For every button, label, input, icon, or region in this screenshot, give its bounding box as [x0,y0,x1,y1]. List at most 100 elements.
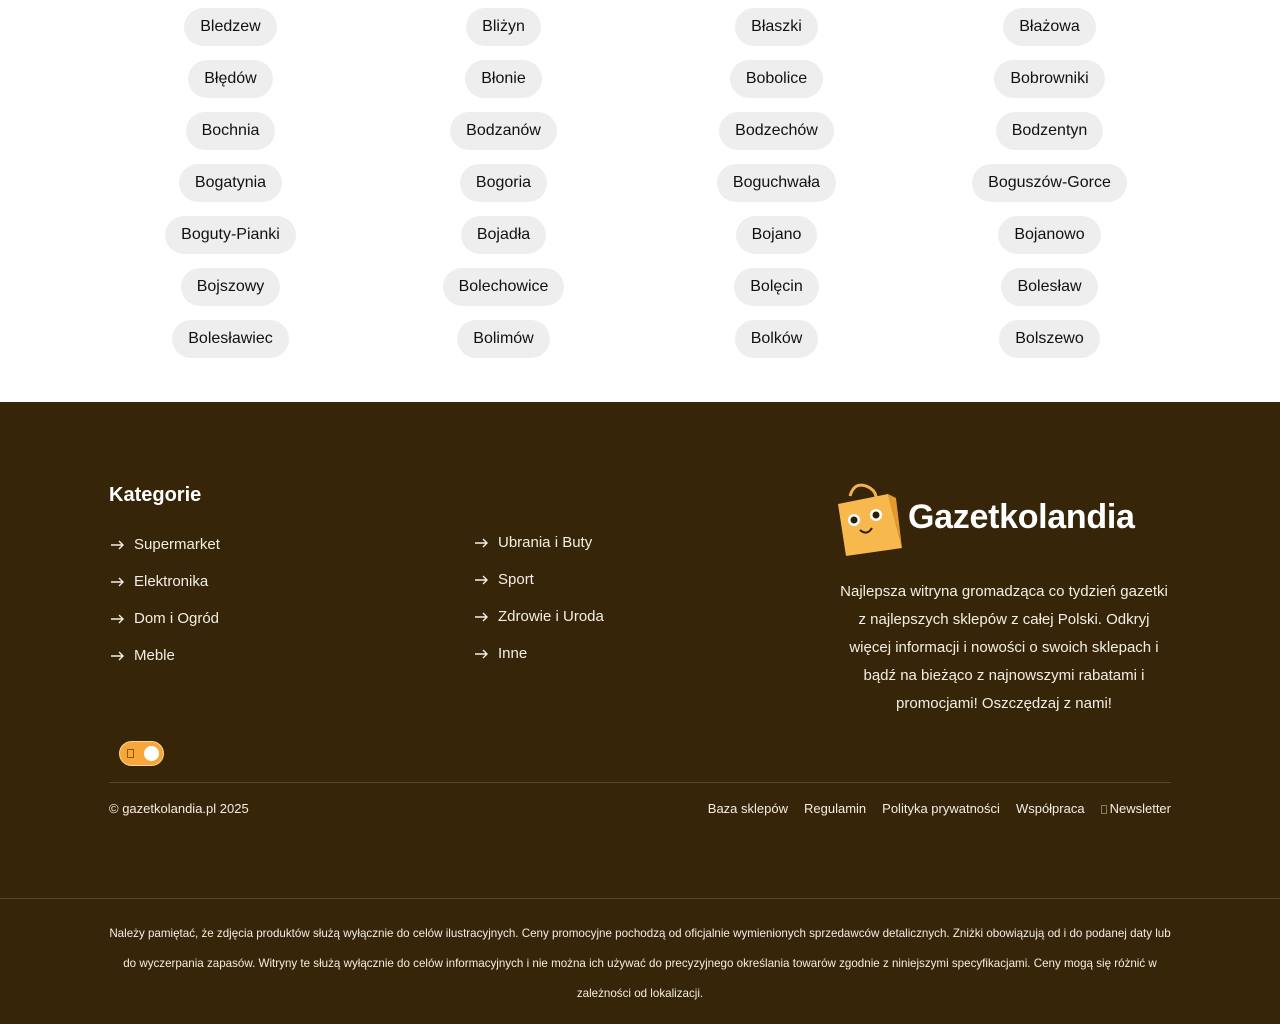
city-link[interactable]: Bledzew [184,8,277,46]
city-cell: Bogatynia [94,164,367,216]
city-cell: Boguszów-Gorce [913,164,1186,216]
city-link[interactable]: Bodzentyn [995,112,1104,150]
city-link[interactable]: Boguszów-Gorce [972,164,1127,202]
arrow-right-icon [111,614,124,623]
category-label: Ubrania i Buty [498,534,593,551]
city-link[interactable]: Bolesław [1001,268,1098,306]
arrow-right-icon [111,651,124,660]
brand-logo[interactable]: Gazetkolandia [836,482,1136,558]
city-link[interactable]: Bliżyn [466,8,541,46]
city-link[interactable]: Bolechowice [442,268,565,306]
city-link[interactable]: Błaszki [735,8,818,46]
city-list-section: Bledzew Bliżyn Błaszki Błażowa Błędów Błonie B… [0,0,1280,402]
arrow-right-icon [111,540,124,549]
city-cell: Bodzanów [367,112,640,164]
copyright: © gazetkolandia.pl 2025 [109,801,249,816]
city-cell: Bojanowo [913,216,1186,268]
footer-link-regulamin[interactable]: Regulamin [804,801,866,816]
city-link[interactable]: Błędów [188,60,273,98]
arrow-right-icon [475,575,488,584]
newsletter-link[interactable]: Newsletter [1100,801,1171,816]
city-cell: Błaszki [640,8,913,60]
arrow-right-icon [475,649,488,658]
city-cell: Bobolice [640,60,913,112]
theme-toggle[interactable] [119,741,164,766]
arrow-right-icon [475,538,488,547]
mail-icon [1100,805,1107,814]
brand-description: Najlepsza witryna gromadząca co tydzień … [840,583,1168,712]
city-cell: Bliżyn [367,8,640,60]
city-link[interactable]: Błonie [465,60,542,98]
footer-links: Baza sklepów Regulamin Polityka prywatno… [708,801,1171,816]
city-cell: Bledzew [94,8,367,60]
footer-link-wspolpraca[interactable]: Współpraca [1016,801,1085,816]
categories-heading: Kategorie [109,484,202,506]
city-cell: Bodzentyn [913,112,1186,164]
site-footer: Kategorie Supermarket Elektronika Dom i Og… [0,402,1280,1024]
city-link[interactable]: Bolęcin [734,268,819,306]
city-cell: Bolimów [367,320,640,372]
disclaimer-divider [0,898,1280,899]
city-cell: Bochnia [94,112,367,164]
category-link[interactable]: Meble [109,637,220,674]
city-link[interactable]: Bodzechów [719,112,834,150]
city-cell: Bogoria [367,164,640,216]
city-link[interactable]: Bojadła [460,216,547,254]
city-link[interactable]: Boguchwała [716,164,837,202]
city-cell: Błażowa [913,8,1186,60]
category-link[interactable]: Elektronika [109,563,220,600]
category-link[interactable]: Zdrowie i Uroda [473,598,604,635]
category-link[interactable]: Inne [473,635,604,672]
city-link[interactable]: Bobolice [729,60,824,98]
footer-link-polityka[interactable]: Polityka prywatności [882,801,1000,816]
city-link[interactable]: Bolesławiec [172,320,289,358]
city-link[interactable]: Bojano [735,216,818,254]
category-link[interactable]: Supermarket [109,526,220,563]
category-label: Supermarket [134,536,220,553]
sun-icon [127,749,134,758]
category-label: Elektronika [134,573,209,590]
city-link[interactable]: Bolimów [457,320,550,358]
city-cell: Błędów [94,60,367,112]
category-link[interactable]: Dom i Ogród [109,600,220,637]
category-link[interactable]: Sport [473,561,604,598]
city-cell: Bolechowice [367,268,640,320]
city-link[interactable]: Bolków [734,320,819,358]
city-cell: Bolków [640,320,913,372]
category-label: Zdrowie i Uroda [498,608,604,625]
category-link[interactable]: Ubrania i Buty [473,524,604,561]
arrow-right-icon [475,612,488,621]
city-cell: Bojszowy [94,268,367,320]
footer-divider [109,782,1171,783]
city-cell: Bodzechów [640,112,913,164]
city-cell: Bolszewo [913,320,1186,372]
categories-column-1: Supermarket Elektronika Dom i Ogród Meble [109,526,220,674]
newsletter-label: Newsletter [1109,801,1171,816]
city-link[interactable]: Bojszowy [180,268,281,306]
city-cell: Bolesław [913,268,1186,320]
categories-column-2: Ubrania i Buty Sport Zdrowie i Uroda Inne [473,524,604,672]
city-link[interactable]: Bodzanów [450,112,557,150]
city-link[interactable]: Bochnia [185,112,276,150]
disclaimer: Należy pamiętać, że zdjęcia produktów sł… [109,927,1171,1000]
city-link[interactable]: Błażowa [1003,8,1096,46]
toggle-knob [144,746,159,761]
city-link[interactable]: Boguty-Pianki [165,216,296,254]
category-label: Sport [498,571,534,588]
city-link[interactable]: Bolszewo [999,320,1100,358]
city-link[interactable]: Bobrowniki [994,60,1105,98]
city-grid: Bledzew Bliżyn Błaszki Błażowa Błędów Błonie B… [94,8,1186,372]
city-cell: Błonie [367,60,640,112]
brand-name: Gazetkolandia [908,498,1135,536]
category-label: Meble [134,647,175,664]
footer-link-baza-sklepow[interactable]: Baza sklepów [708,801,788,816]
city-link[interactable]: Bogatynia [178,164,283,202]
city-cell: Boguchwała [640,164,913,216]
city-cell: Bojano [640,216,913,268]
city-link[interactable]: Bojanowo [998,216,1101,254]
city-cell: Bojadła [367,216,640,268]
arrow-right-icon [111,577,124,586]
city-cell: Boguty-Pianki [94,216,367,268]
city-link[interactable]: Bogoria [459,164,548,202]
category-label: Inne [498,645,528,662]
